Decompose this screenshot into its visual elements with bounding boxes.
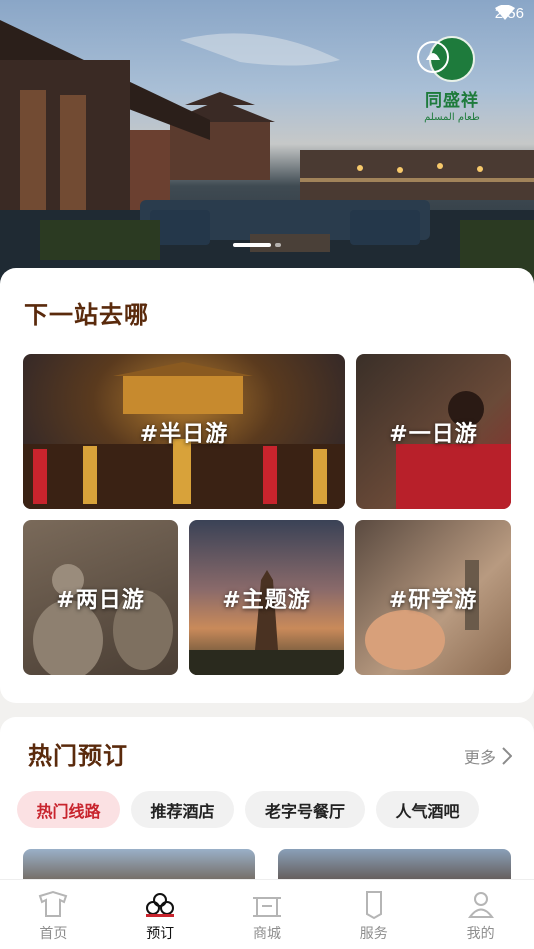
more-link[interactable]: 更多 xyxy=(464,744,512,768)
brand-name: 同盛祥 xyxy=(425,91,479,111)
more-label: 更多 xyxy=(463,748,496,767)
carousel-indicator-active xyxy=(233,243,271,247)
nav-booking[interactable]: 预订 xyxy=(107,880,214,949)
tile-label: #研学游 xyxy=(388,587,478,613)
service-icon xyxy=(365,891,382,920)
brand-sub: طعام المسلم xyxy=(424,112,480,123)
hero-banner[interactable]: 2:56 同盛祥 طعام المسلم xyxy=(0,0,534,300)
bottom-nav: 首页 预订 商城 服务 我的 xyxy=(0,879,534,949)
nav-profile[interactable]: 我的 xyxy=(427,880,534,949)
nav-label: 首页 xyxy=(39,926,68,942)
nav-label: 我的 xyxy=(466,926,495,942)
brand-emblem xyxy=(417,36,475,82)
nav-label: 预订 xyxy=(146,926,175,942)
chip-label: 热门线路 xyxy=(36,801,101,821)
app-screen: 2:56 同盛祥 طعام المسلم 下一站去哪 #半日游 xyxy=(0,0,534,949)
chip-heritage-restaurants[interactable]: 老字号餐厅 xyxy=(245,791,365,828)
tile-label: #半日游 xyxy=(139,421,229,447)
mall-icon xyxy=(252,897,281,917)
chip-hot-routes[interactable]: 热门线路 xyxy=(17,791,120,828)
tile-half-day-tour[interactable]: #半日游 xyxy=(23,354,345,509)
nav-label: 服务 xyxy=(359,926,388,942)
status-bar: 2:56 xyxy=(494,5,524,22)
tile-label: #主题游 xyxy=(222,587,311,613)
chip-label: 人气酒吧 xyxy=(395,801,460,821)
nav-home[interactable]: 首页 xyxy=(0,880,107,949)
booking-icon xyxy=(146,893,175,917)
nav-label: 商城 xyxy=(252,926,281,942)
tile-label: #一日游 xyxy=(389,421,478,447)
tile-one-day-tour[interactable]: #一日游 xyxy=(356,354,511,509)
tile-label: #两日游 xyxy=(56,587,145,613)
next-stop-title: 下一站去哪 xyxy=(24,301,149,329)
hot-booking-title: 热门预订 xyxy=(28,742,128,770)
chevron-right-icon xyxy=(502,747,512,765)
profile-icon xyxy=(467,892,494,918)
tile-study-tour[interactable]: #研学游 xyxy=(355,520,511,675)
home-icon xyxy=(39,890,68,917)
chip-label: 推荐酒店 xyxy=(150,801,215,821)
wifi-icon xyxy=(494,5,515,20)
tile-two-day-tour[interactable]: #两日游 xyxy=(23,520,178,675)
nav-service[interactable]: 服务 xyxy=(320,880,427,949)
brand-logo-block: 同盛祥 طعام المسلم xyxy=(412,36,492,123)
nav-mall[interactable]: 商城 xyxy=(214,880,321,949)
carousel-indicator xyxy=(275,243,281,247)
chip-recommended-hotels[interactable]: 推荐酒店 xyxy=(131,791,234,828)
tile-theme-tour[interactable]: #主题游 xyxy=(189,520,344,675)
chip-popular-bars[interactable]: 人气酒吧 xyxy=(376,791,479,828)
chip-label: 老字号餐厅 xyxy=(264,801,345,821)
